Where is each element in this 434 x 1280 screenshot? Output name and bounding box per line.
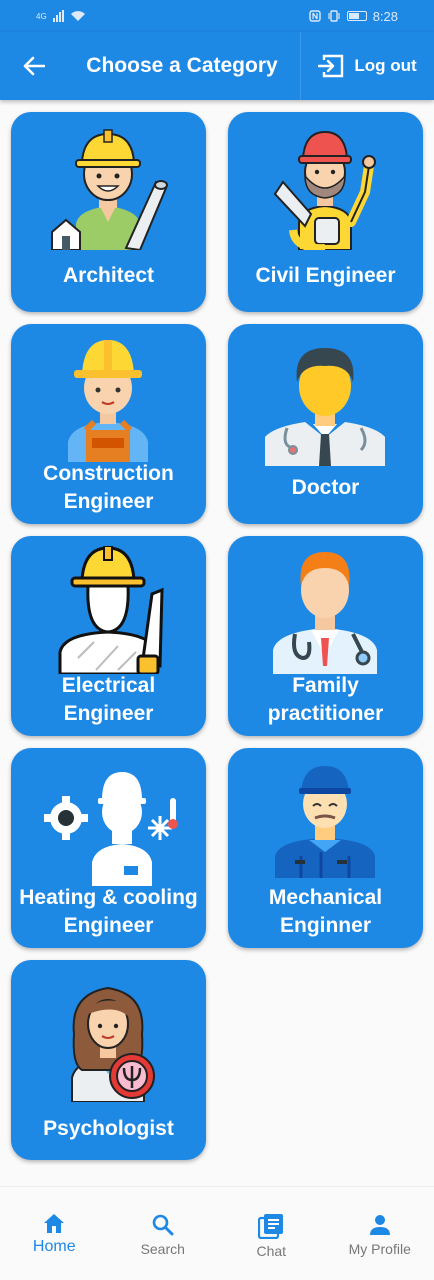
nav-item-home[interactable]: Home bbox=[0, 1187, 109, 1280]
construction-engineer-icon bbox=[68, 340, 148, 462]
nav-label: Chat bbox=[256, 1243, 287, 1259]
logout-label: Log out bbox=[354, 56, 417, 75]
category-card-family-practitioner[interactable]: Family practitioner bbox=[228, 536, 423, 736]
bottom-navigation: Home Search Chat My Profile bbox=[0, 1186, 434, 1280]
category-card-doctor[interactable]: Doctor bbox=[228, 324, 423, 524]
home-icon bbox=[44, 1214, 65, 1233]
page-title: Choose a Category bbox=[86, 54, 278, 77]
category-card-electrical-engineer[interactable]: Electrical Engineer bbox=[11, 536, 206, 736]
electrical-engineer-icon bbox=[58, 546, 164, 674]
wifi-icon bbox=[70, 11, 85, 21]
network-type: 4G bbox=[36, 11, 47, 21]
psychologist-icon bbox=[71, 986, 155, 1102]
status-left: 4G bbox=[36, 10, 86, 22]
logout-button[interactable]: Log out bbox=[300, 32, 434, 100]
category-label: Doctor bbox=[291, 476, 360, 499]
search-icon bbox=[152, 1214, 174, 1236]
nav-label: Home bbox=[32, 1238, 76, 1255]
heating-cooling-engineer-icon bbox=[44, 772, 178, 886]
back-button[interactable] bbox=[0, 32, 68, 100]
logout-icon bbox=[318, 54, 344, 78]
battery-icon bbox=[346, 11, 367, 21]
category-card-construction-engineer[interactable]: Construction Engineer bbox=[11, 324, 206, 524]
arrow-back-icon bbox=[23, 56, 45, 76]
app-bar: Choose a Category Log out bbox=[0, 32, 434, 100]
architect-icon bbox=[51, 129, 168, 250]
nfc-icon bbox=[308, 10, 321, 22]
category-label: Civil Engineer bbox=[255, 264, 396, 287]
nav-item-chat[interactable]: Chat bbox=[217, 1187, 326, 1280]
doctor-icon bbox=[265, 348, 385, 466]
category-card-architect[interactable]: Architect bbox=[11, 112, 206, 312]
category-card-civil-engineer[interactable]: Civil Engineer bbox=[228, 112, 423, 312]
person-icon bbox=[369, 1215, 390, 1235]
status-bar: 4G 8:28 bbox=[0, 0, 434, 32]
status-time: 8:28 bbox=[372, 8, 398, 24]
category-card-mechanical-engineer[interactable]: Mechanical Enginner bbox=[228, 748, 423, 948]
family-practitioner-icon bbox=[273, 552, 377, 674]
nav-item-search[interactable]: Search bbox=[109, 1187, 218, 1280]
nav-label: My Profile bbox=[348, 1241, 411, 1257]
category-label: Heating & cooling Engineer bbox=[19, 886, 198, 937]
category-label: Family practitioner bbox=[267, 674, 384, 725]
category-grid: Architect Civil Engineer Construction En… bbox=[11, 112, 424, 1160]
category-label: Construction Engineer bbox=[43, 462, 174, 513]
category-label: Psychologist bbox=[43, 1117, 174, 1140]
mechanical-engineer-icon bbox=[275, 766, 375, 878]
civil-engineer-icon bbox=[273, 130, 376, 250]
vibrate-icon bbox=[328, 10, 340, 22]
nav-label: Search bbox=[140, 1241, 185, 1257]
category-label: Electrical Engineer bbox=[61, 674, 156, 725]
category-card-psychologist[interactable]: Psychologist bbox=[11, 960, 206, 1160]
status-right: 8:28 bbox=[308, 8, 398, 24]
category-label: Mechanical Enginner bbox=[268, 886, 383, 937]
signal-icon bbox=[52, 10, 64, 22]
category-label: Architect bbox=[62, 264, 155, 287]
nav-item-my-profile[interactable]: My Profile bbox=[326, 1187, 434, 1280]
chat-icon bbox=[258, 1214, 284, 1239]
category-card-heating-cooling-engineer[interactable]: Heating & cooling Engineer bbox=[11, 748, 206, 948]
